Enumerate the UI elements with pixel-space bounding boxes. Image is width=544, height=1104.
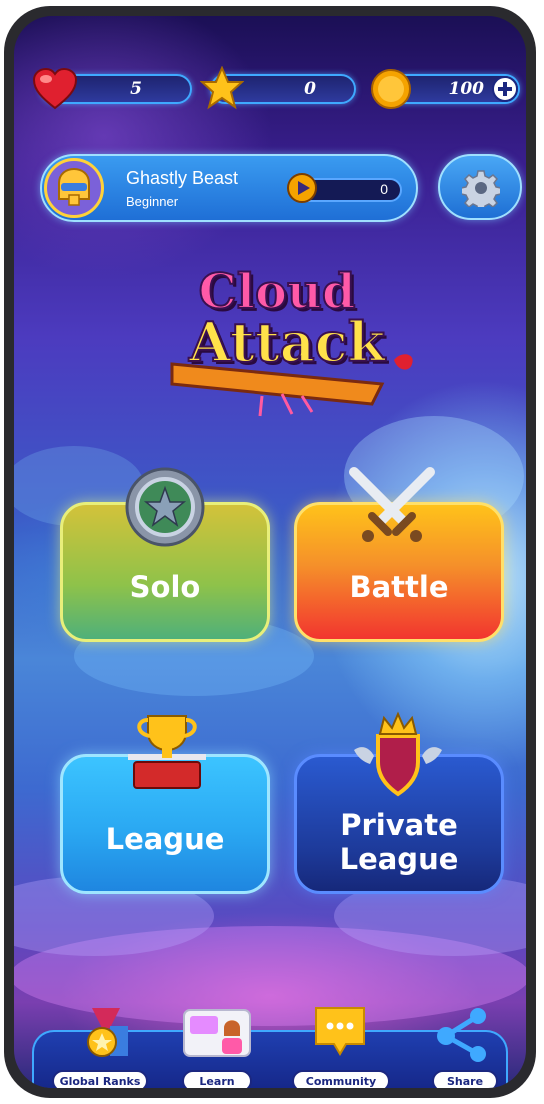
nav-learn[interactable]: Learn <box>182 1070 252 1088</box>
settings-button[interactable] <box>438 154 522 220</box>
gear-icon <box>462 170 500 207</box>
game-screen: 5 0 100 Ghastly Beast Beginner 0 Cloud A… <box>14 16 526 1088</box>
league-label: League <box>105 822 225 856</box>
xp-badge-icon <box>287 173 317 203</box>
trophy-icon <box>128 715 206 789</box>
medal-star-icon <box>125 467 205 547</box>
player-avatar[interactable] <box>44 158 104 218</box>
learn-video-icon <box>183 1009 251 1057</box>
star-icon <box>200 66 244 110</box>
coin-icon <box>371 69 411 109</box>
add-coins-button[interactable] <box>492 76 518 102</box>
nav-share[interactable]: Share <box>432 1070 498 1088</box>
heart-icon <box>32 68 78 110</box>
helmet-icon <box>58 167 90 206</box>
player-profile-card[interactable]: Ghastly Beast Beginner 0 <box>40 154 418 222</box>
share-icon <box>437 1008 486 1062</box>
stars-value: 0 <box>304 79 316 99</box>
game-logo: Cloud Attack <box>132 263 432 424</box>
chat-bubble-icon <box>315 1007 365 1056</box>
lives-value: 5 <box>130 79 142 99</box>
crown-shield-icon <box>354 711 442 797</box>
logo-line-2: Attack <box>188 309 386 375</box>
crossed-swords-icon <box>349 467 435 542</box>
private-league-label-line-2: League <box>339 842 459 876</box>
battle-label: Battle <box>349 570 449 604</box>
nav-global-ranks[interactable]: Global Ranks <box>52 1070 148 1088</box>
xp-value: 0 <box>380 181 388 197</box>
device-frame: 5 0 100 Ghastly Beast Beginner 0 Cloud A… <box>4 6 536 1098</box>
nav-community[interactable]: Community <box>292 1070 390 1088</box>
player-name: Ghastly Beast <box>126 168 239 188</box>
solo-label: Solo <box>129 570 201 604</box>
coins-value: 100 <box>448 79 485 99</box>
player-rank: Beginner <box>126 194 179 209</box>
medal-ranks-icon <box>87 1008 128 1057</box>
private-league-label-line-1: Private <box>340 808 458 842</box>
